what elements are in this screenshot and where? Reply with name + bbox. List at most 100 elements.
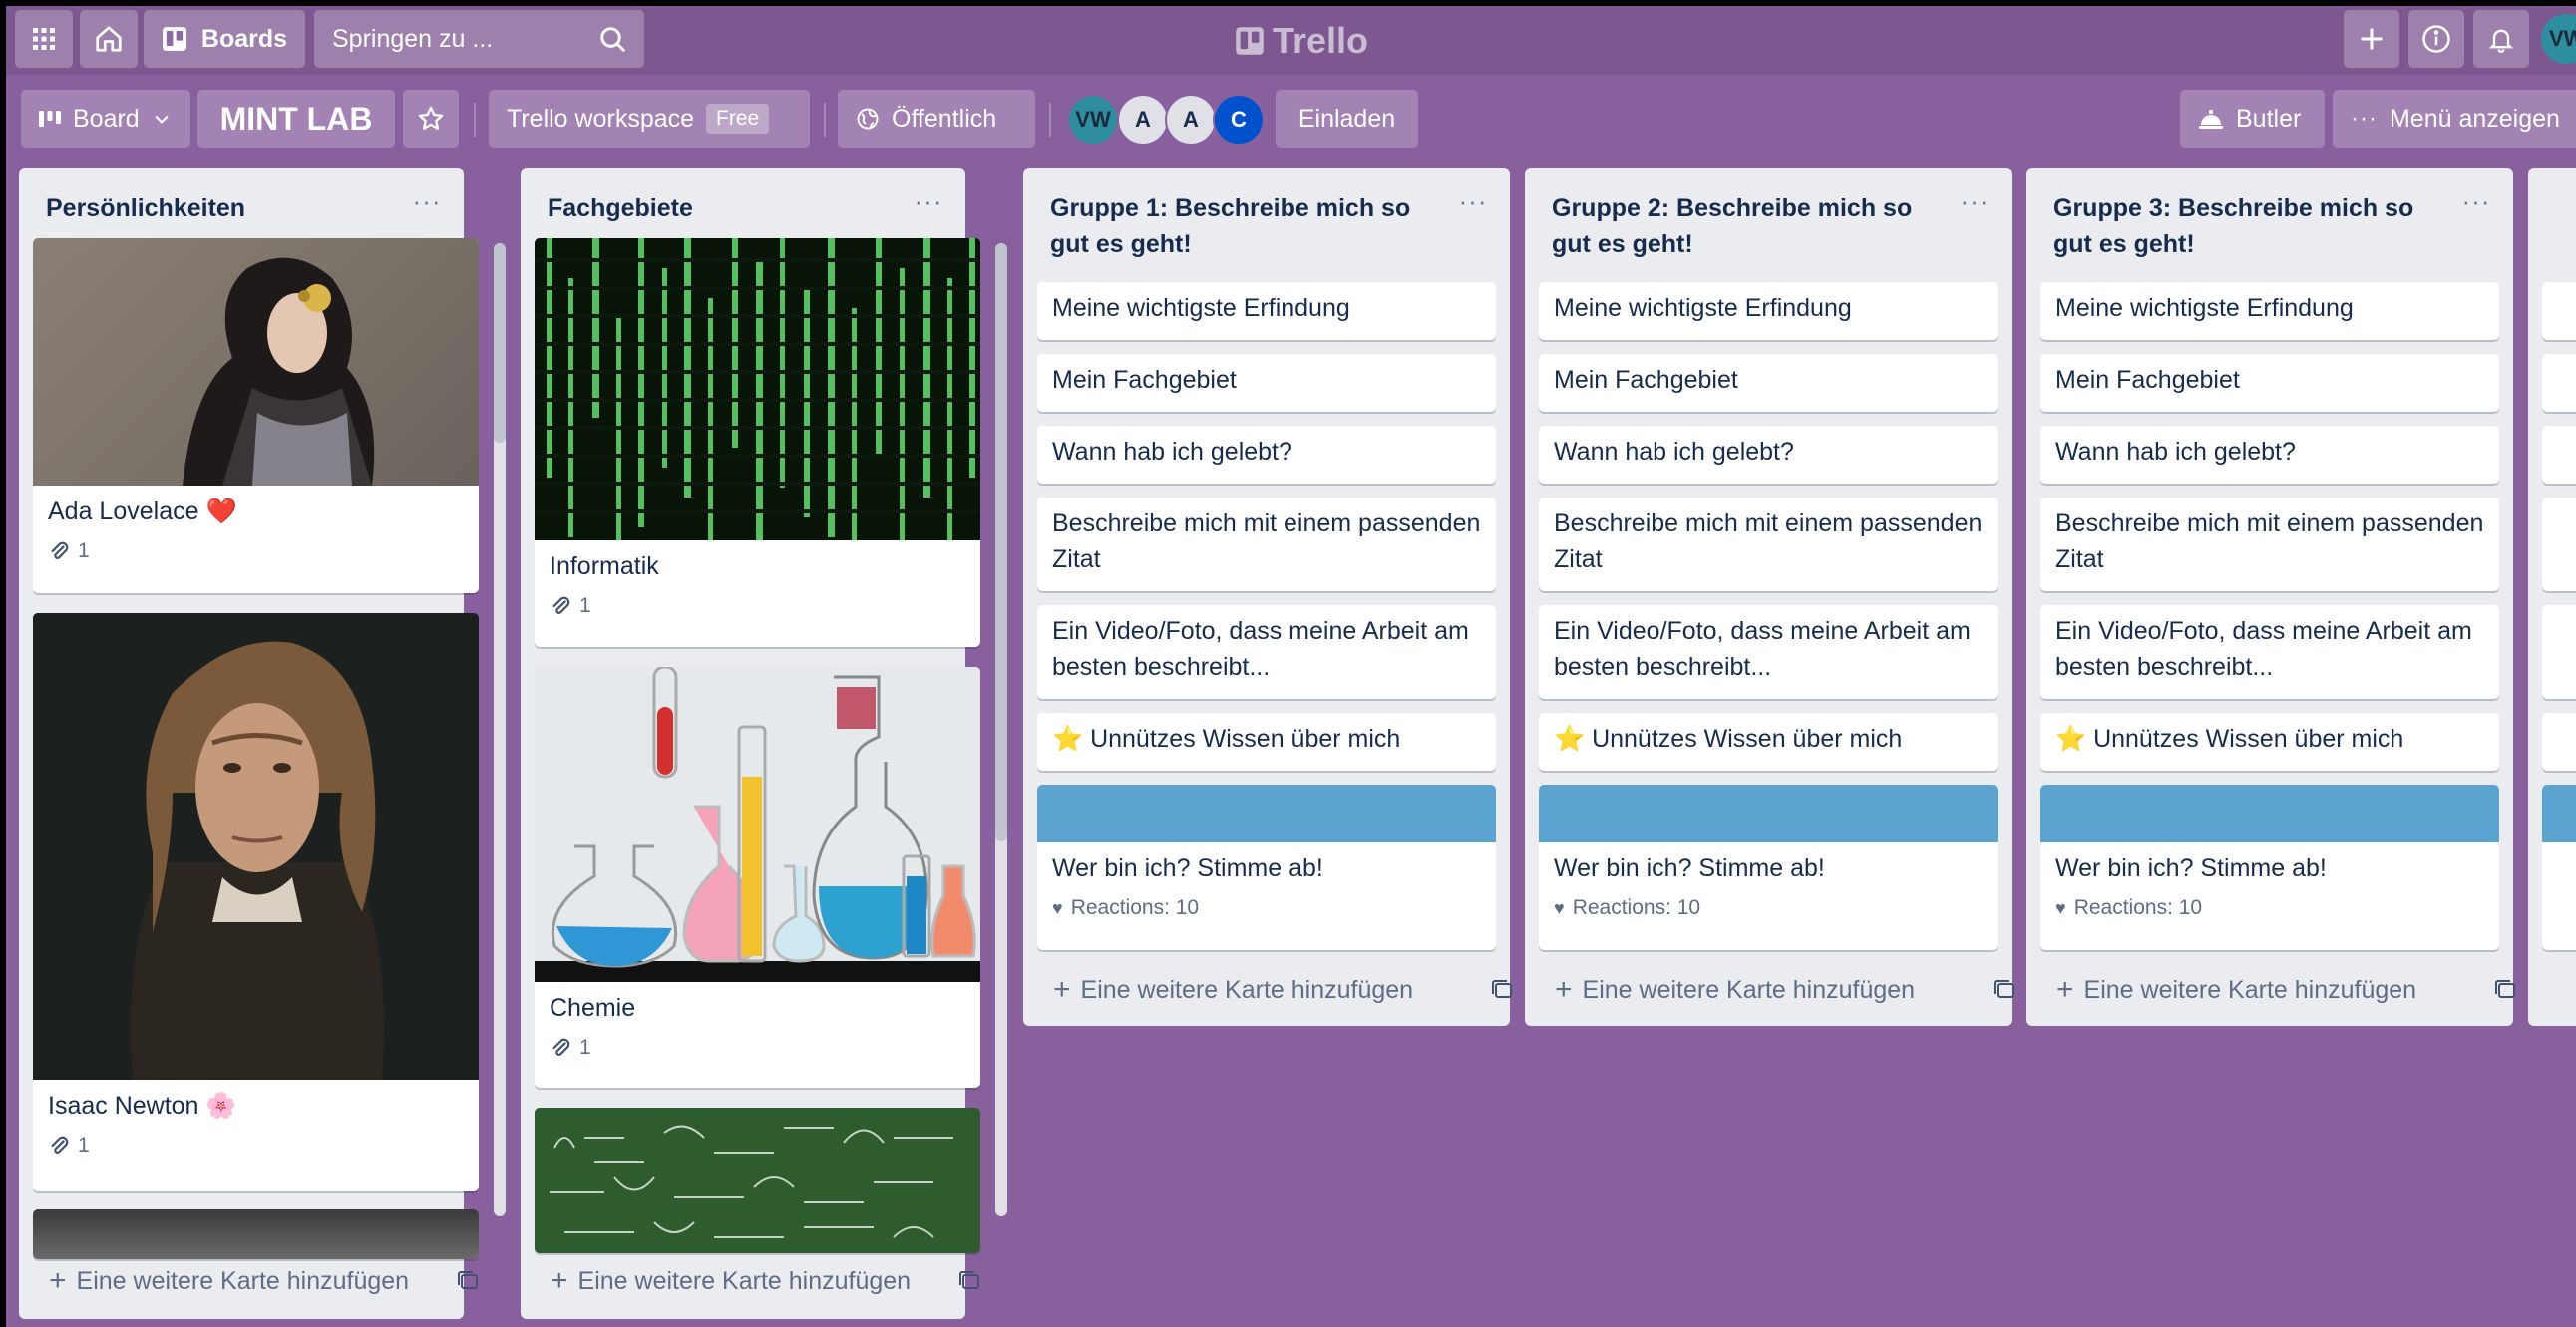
card-partial[interactable] — [2542, 282, 2576, 340]
card-partial[interactable] — [2542, 354, 2576, 412]
list-gruppe-2[interactable]: Gruppe 2: Beschreibe mich so gut es geht… — [1525, 168, 2014, 1026]
home-button[interactable] — [80, 10, 138, 68]
show-menu-button[interactable]: ··· Menü anzeigen — [2333, 90, 2576, 148]
add-card-button[interactable]: + Eine weitere Karte hinzufügen — [1539, 966, 2014, 1014]
paperclip-icon — [51, 541, 69, 559]
card-ada-lovelace[interactable]: Ada Lovelace ❤️ 1 — [33, 238, 479, 593]
card-zitat[interactable]: Beschreibe mich mit einem passenden Zita… — [1539, 498, 1998, 591]
list-scrollbar[interactable] — [494, 243, 506, 1216]
workspace-label: Trello workspace — [507, 104, 695, 133]
list-gruppe-3[interactable]: Gruppe 3: Beschreibe mich so gut es geht… — [2026, 168, 2515, 1026]
card-video-foto[interactable]: Ein Video/Foto, dass meine Arbeit am bes… — [1539, 605, 1998, 699]
card-fachgebiet[interactable]: Mein Fachgebiet — [1539, 354, 1998, 412]
list-scrollbar-thumb[interactable] — [494, 243, 506, 443]
card-video-foto[interactable]: Ein Video/Foto, dass meine Arbeit am bes… — [1037, 605, 1496, 699]
list-menu-button[interactable]: ··· — [1458, 188, 1488, 216]
list-title[interactable]: Gruppe 3: Beschreibe mich so gut es geht… — [2053, 190, 2432, 262]
card-template-icon[interactable] — [456, 1269, 480, 1293]
card-title: Ein Video/Foto, dass meine Arbeit am bes… — [1554, 617, 1971, 681]
member-avatar[interactable]: A — [1165, 94, 1217, 146]
chalkboard-formulas-image — [535, 1108, 980, 1253]
card-partial[interactable] — [2542, 605, 2576, 699]
list-partial[interactable] — [2528, 168, 2576, 1026]
card-title: Mein Fachgebiet — [2055, 366, 2240, 394]
member-initials: A — [1183, 107, 1199, 132]
card-partial[interactable] — [2542, 498, 2576, 591]
card-abstimmung[interactable]: Wer bin ich? Stimme ab! ♥ Reactions: 10 — [1539, 785, 1998, 950]
card-title: ⭐ Unnützes Wissen über mich — [2055, 725, 2404, 753]
info-button[interactable] — [2408, 10, 2464, 68]
add-card-button[interactable]: + Eine weitere Karte hinzufügen — [535, 1257, 979, 1305]
card-partial[interactable] — [2542, 785, 2576, 950]
visibility-button[interactable]: Öffentlich — [838, 90, 1035, 148]
list-title[interactable]: Gruppe 1: Beschreibe mich so gut es geht… — [1050, 190, 1429, 262]
card-video-foto[interactable]: Ein Video/Foto, dass meine Arbeit am bes… — [2040, 605, 2499, 699]
card-unnuetzes-wissen[interactable]: ⭐ Unnützes Wissen über mich — [1539, 713, 1998, 771]
list-menu-button[interactable]: ··· — [412, 188, 442, 216]
trello-logo[interactable]: Trello — [1235, 20, 1368, 62]
card-unnuetzes-wissen[interactable]: ⭐ Unnützes Wissen über mich — [2040, 713, 2499, 771]
card-fachgebiet[interactable]: Mein Fachgebiet — [2040, 354, 2499, 412]
card-template-icon[interactable] — [1490, 978, 1514, 1002]
workspace-button[interactable]: Trello workspace Free — [489, 90, 810, 148]
notifications-button[interactable] — [2473, 10, 2529, 68]
app-switcher-button[interactable] — [15, 10, 73, 68]
card-erfindung[interactable]: Meine wichtigste Erfindung — [2040, 282, 2499, 340]
list-title[interactable]: Fachgebiete — [548, 190, 926, 226]
card-partial[interactable] — [2542, 426, 2576, 484]
header-divider — [824, 103, 826, 137]
star-board-button[interactable] — [403, 90, 459, 148]
board-view-switcher[interactable]: Board — [21, 90, 190, 148]
create-button[interactable] — [2344, 10, 2399, 68]
butler-button[interactable]: Butler — [2180, 90, 2325, 148]
card-partial[interactable] — [535, 1108, 980, 1253]
list-title[interactable]: Gruppe 2: Beschreibe mich so gut es geht… — [1552, 190, 1931, 262]
list-gruppe-1[interactable]: Gruppe 1: Beschreibe mich so gut es geht… — [1023, 168, 1512, 1026]
list-fachgebiete[interactable]: Fachgebiete ··· Informatik 1 Chemie 1 + … — [521, 168, 1007, 1319]
list-menu-button[interactable]: ··· — [914, 188, 943, 216]
card-unnuetzes-wissen[interactable]: ⭐ Unnützes Wissen über mich — [1037, 713, 1496, 771]
card-gelebt[interactable]: Wann hab ich gelebt? — [2040, 426, 2499, 484]
list-scrollbar-thumb[interactable] — [995, 243, 1007, 841]
card-template-icon[interactable] — [2493, 978, 2517, 1002]
invite-button[interactable]: Einladen — [1276, 90, 1418, 148]
search-icon — [600, 27, 626, 53]
card-cover-color — [1037, 785, 1496, 842]
card-abstimmung[interactable]: Wer bin ich? Stimme ab! ♥ Reactions: 10 — [2040, 785, 2499, 950]
card-title: Meine wichtigste Erfindung — [2055, 294, 2354, 322]
card-partial[interactable] — [2542, 713, 2576, 771]
card-isaac-newton[interactable]: Isaac Newton 🌸 1 — [33, 613, 479, 1191]
card-erfindung[interactable]: Meine wichtigste Erfindung — [1037, 282, 1496, 340]
card-erfindung[interactable]: Meine wichtigste Erfindung — [1539, 282, 1998, 340]
boards-button[interactable]: Boards — [144, 10, 305, 68]
list-menu-button[interactable]: ··· — [2461, 188, 2491, 216]
card-template-icon[interactable] — [957, 1269, 981, 1293]
card-gelebt[interactable]: Wann hab ich gelebt? — [1539, 426, 1998, 484]
member-avatar[interactable]: C — [1213, 94, 1265, 146]
plus-icon: + — [551, 1264, 568, 1297]
search-input[interactable]: Springen zu ... — [314, 10, 644, 68]
reactions-badge: ♥ Reactions: 10 — [2040, 886, 2499, 920]
card-informatik[interactable]: Informatik 1 — [535, 238, 980, 647]
list-menu-button[interactable]: ··· — [1960, 188, 1990, 216]
card-chemie[interactable]: Chemie 1 — [535, 667, 980, 1088]
board-title[interactable]: MINT LAB — [197, 90, 395, 148]
list-scrollbar[interactable] — [995, 243, 1007, 1216]
card-zitat[interactable]: Beschreibe mich mit einem passenden Zita… — [2040, 498, 2499, 591]
card-fachgebiet[interactable]: Mein Fachgebiet — [1037, 354, 1496, 412]
home-icon — [96, 26, 122, 52]
list-persoenlichkeiten[interactable]: Persönlichkeiten ··· Ada Lovelace ❤️ 1 I… — [19, 168, 506, 1319]
user-avatar[interactable]: VW — [2539, 12, 2576, 66]
add-card-button[interactable]: + Eine weitere Karte hinzufügen — [1037, 966, 1512, 1014]
add-card-button[interactable]: + Eine weitere Karte hinzufügen — [33, 1257, 478, 1305]
card-zitat[interactable]: Beschreibe mich mit einem passenden Zita… — [1037, 498, 1496, 591]
card-gelebt[interactable]: Wann hab ich gelebt? — [1037, 426, 1496, 484]
member-avatar[interactable]: A — [1117, 94, 1169, 146]
heart-icon: ♥ — [1554, 897, 1565, 918]
add-card-button[interactable]: + Eine weitere Karte hinzufügen — [2040, 966, 2515, 1014]
card-partial[interactable] — [33, 1209, 479, 1259]
card-template-icon[interactable] — [1992, 978, 2016, 1002]
card-abstimmung[interactable]: Wer bin ich? Stimme ab! ♥ Reactions: 10 — [1037, 785, 1496, 950]
list-title[interactable]: Persönlichkeiten — [46, 190, 425, 226]
member-avatar[interactable]: VW — [1067, 94, 1119, 146]
